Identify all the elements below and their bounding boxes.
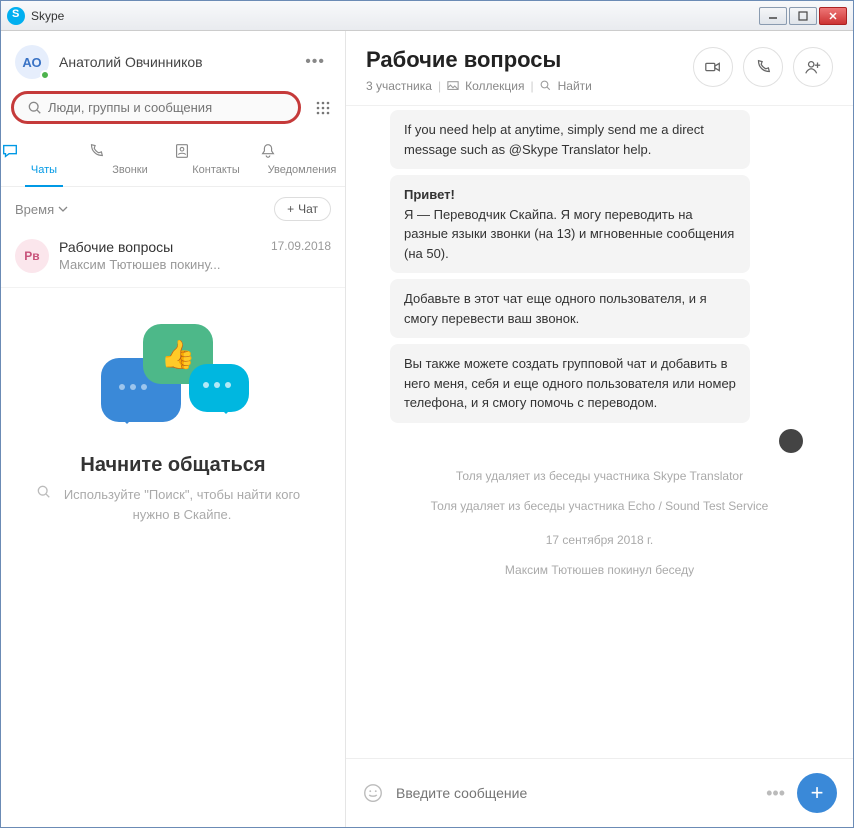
- minimize-icon: [768, 11, 778, 21]
- sidebar: АО Анатолий Овчинников •••: [1, 31, 346, 827]
- video-call-button[interactable]: [693, 47, 733, 87]
- minimize-button[interactable]: [759, 7, 787, 25]
- phone-icon: [87, 142, 173, 162]
- skype-logo-icon: [7, 7, 25, 25]
- composer: ••• +: [346, 758, 853, 827]
- chat-header: Рабочие вопросы 3 участника | Коллекция …: [346, 31, 853, 106]
- close-icon: [828, 11, 838, 21]
- system-message: Толя удаляет из беседы участника Skype T…: [366, 469, 833, 483]
- chat-item-title: Рабочие вопросы: [59, 239, 271, 255]
- empty-illustration: 👍: [93, 318, 253, 438]
- titlebar: Skype: [1, 1, 853, 31]
- add-attachment-button[interactable]: +: [797, 773, 837, 813]
- filter-row: Время + Чат: [1, 187, 345, 231]
- window-title: Skype: [31, 9, 759, 23]
- conversation-pane: Рабочие вопросы 3 участника | Коллекция …: [346, 31, 853, 827]
- chevron-down-icon: [58, 204, 68, 214]
- participants-count[interactable]: 3 участника: [366, 79, 432, 93]
- profile-name[interactable]: Анатолий Овчинников: [59, 54, 299, 70]
- phone-icon: [754, 58, 772, 76]
- tab-chats[interactable]: Чаты: [1, 136, 87, 186]
- empty-state: 👍 Начните общаться Используйте "Поиск", …: [1, 288, 345, 827]
- find-link[interactable]: Найти: [558, 79, 592, 93]
- search-icon: [28, 101, 42, 115]
- chat-item-preview: Максим Тютюшев покину...: [59, 257, 331, 272]
- system-message: Толя удаляет из беседы участника Echo / …: [366, 499, 833, 513]
- search-icon: [540, 80, 552, 92]
- tab-notifications[interactable]: Уведомления: [259, 136, 345, 186]
- empty-subtitle: Используйте "Поиск", чтобы найти кого ну…: [1, 485, 345, 524]
- sort-button[interactable]: Время: [15, 202, 68, 217]
- sidebar-tabs: Чаты Звонки Контакты: [1, 136, 345, 187]
- chat-item-avatar: Рв: [15, 239, 49, 273]
- message-bubble: Вы также можете создать групповой чат и …: [390, 344, 750, 423]
- tab-calls[interactable]: Звонки: [87, 136, 173, 186]
- video-icon: [704, 58, 722, 76]
- maximize-button[interactable]: [789, 7, 817, 25]
- dialpad-button[interactable]: [311, 96, 335, 120]
- gallery-icon: [447, 80, 459, 92]
- system-message: Максим Тютюшев покинул беседу: [366, 563, 833, 577]
- chat-list-item[interactable]: Рв Рабочие вопросы 17.09.2018 Максим Тют…: [1, 231, 345, 288]
- composer-more-button[interactable]: •••: [766, 783, 785, 804]
- chat-icon: [1, 142, 87, 162]
- contacts-icon: [173, 142, 259, 162]
- plus-icon: +: [287, 202, 294, 216]
- audio-call-button[interactable]: [743, 47, 783, 87]
- tab-contacts[interactable]: Контакты: [173, 136, 259, 186]
- dialpad-icon: [315, 100, 331, 116]
- chat-item-date: 17.09.2018: [271, 239, 331, 255]
- emoji-button[interactable]: [362, 782, 384, 804]
- bell-icon: [259, 142, 345, 162]
- sender-avatar: [779, 429, 803, 453]
- presence-online-icon: [40, 70, 50, 80]
- add-participant-button[interactable]: [793, 47, 833, 87]
- maximize-icon: [798, 11, 808, 21]
- empty-title: Начните общаться: [80, 454, 265, 477]
- message-bubble: Добавьте в этот чат еще одного пользоват…: [390, 279, 750, 338]
- search-input-highlighted[interactable]: [11, 91, 301, 124]
- message-input[interactable]: [396, 785, 754, 801]
- more-menu-button[interactable]: •••: [299, 49, 331, 75]
- conversation-title: Рабочие вопросы: [366, 47, 693, 73]
- profile-row: АО Анатолий Овчинников •••: [1, 31, 345, 87]
- close-button[interactable]: [819, 7, 847, 25]
- message-bubble: Привет! Я — Переводчик Скайпа. Я могу пе…: [390, 175, 750, 273]
- search-icon: [37, 485, 51, 499]
- emoji-icon: [362, 782, 384, 804]
- user-avatar[interactable]: АО: [15, 45, 49, 79]
- app-window: Skype АО Анатолий Овчинников •••: [0, 0, 854, 828]
- search-input[interactable]: [48, 100, 284, 115]
- collection-link[interactable]: Коллекция: [465, 79, 524, 93]
- new-chat-button[interactable]: + Чат: [274, 197, 331, 221]
- message-bubble: If you need help at anytime, simply send…: [390, 110, 750, 169]
- add-user-icon: [804, 58, 822, 76]
- date-divider: 17 сентября 2018 г.: [366, 533, 833, 547]
- message-list[interactable]: If you need help at anytime, simply send…: [346, 106, 853, 758]
- plus-icon: +: [811, 780, 824, 806]
